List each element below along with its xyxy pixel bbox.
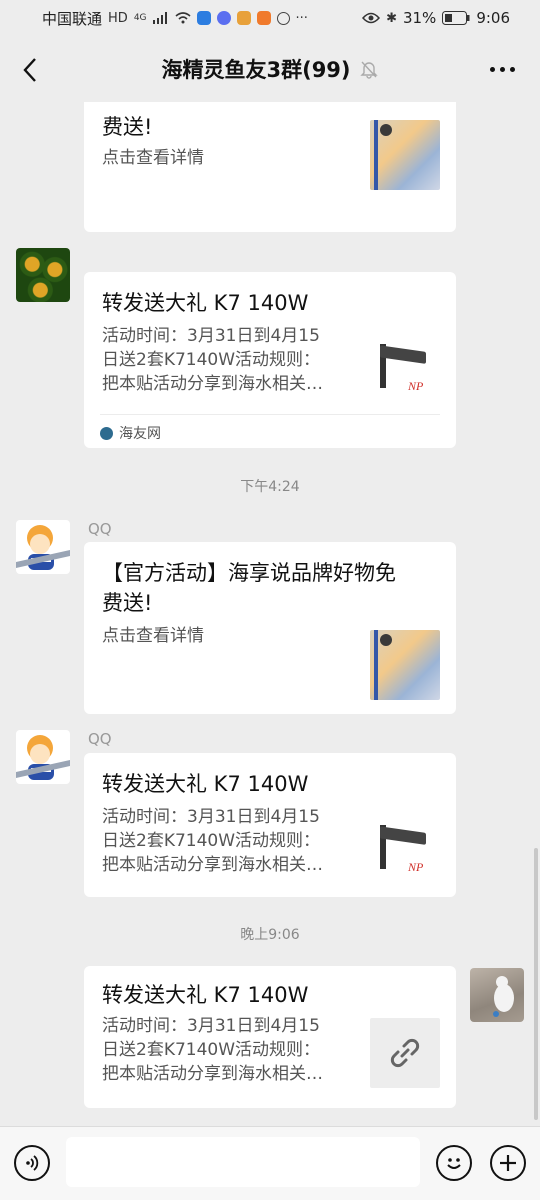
chat-list[interactable]: 费送! 点击查看详情 转发送大礼 K7 140W 活动时间：3月31日到4月15…	[0, 102, 540, 1126]
input-bar	[0, 1126, 540, 1200]
card-thumbnail: NP	[370, 815, 440, 885]
timestamp: 下午4:24	[240, 479, 300, 495]
chat-header: 海精灵鱼友3群(99)	[0, 36, 540, 102]
message-input[interactable]	[66, 1137, 420, 1187]
sender-name: QQ	[88, 730, 112, 748]
chat-title-wrap: 海精灵鱼友3群(99)	[161, 54, 378, 84]
puzzle-app-icon	[236, 11, 251, 25]
source-logo-icon	[100, 426, 113, 440]
avatar-image	[493, 976, 514, 1017]
voice-button[interactable]	[14, 1145, 50, 1181]
card-title: 转发送大礼 K7 140W	[102, 291, 309, 315]
card-description: 点击查看详情	[102, 148, 204, 168]
music-app-icon	[216, 11, 231, 25]
svg-text:NP: NP	[407, 379, 424, 393]
more-dot	[509, 66, 515, 72]
card-thumbnail: NP	[370, 334, 440, 404]
avatar-image	[16, 525, 70, 570]
clock: 9:06	[476, 9, 510, 27]
battery-percent: 31%	[402, 9, 437, 27]
chat-title: 海精灵鱼友3群(99)	[161, 58, 351, 82]
card-title: 费送!	[102, 115, 153, 139]
thumb-detail	[374, 120, 392, 190]
chevron-left-icon	[23, 58, 36, 82]
card-title: 转发送大礼 K7 140W	[102, 772, 309, 796]
card-title: 转发送大礼 K7 140W	[102, 983, 309, 1007]
plus-icon	[500, 1155, 516, 1171]
light-fixture-image: NP	[380, 825, 426, 874]
timestamp: 晚上9:06	[240, 927, 300, 943]
svg-text:NP: NP	[407, 860, 424, 874]
sender-name: QQ	[88, 520, 112, 538]
circle-app-icon	[276, 11, 290, 25]
carrier-label: 中国联通	[42, 9, 103, 28]
card-description: 活动时间：3月31日到4月15 日送2套K7140W活动规则： 把本贴活动分享到…	[102, 326, 323, 394]
bell-off-icon	[359, 61, 378, 79]
card-thumbnail	[370, 1018, 440, 1088]
eye-icon	[362, 12, 381, 24]
emoji-icon	[447, 1158, 461, 1169]
link-icon	[390, 1038, 420, 1068]
message-card[interactable]: 转发送大礼 K7 140W 活动时间：3月31日到4月15 日送2套K7140W…	[84, 753, 456, 897]
avatar[interactable]	[16, 730, 70, 784]
shield-app-icon	[196, 11, 211, 25]
voice-icon	[26, 1155, 39, 1171]
card-thumbnail	[370, 630, 440, 700]
message-card[interactable]: 转发送大礼 K7 140W 活动时间：3月31日到4月15 日送2套K7140W…	[84, 272, 456, 448]
message-card[interactable]: 转发送大礼 K7 140W 活动时间：3月31日到4月15 日送2套K7140W…	[84, 966, 456, 1108]
thumb-detail	[374, 630, 392, 700]
light-fixture-image: NP	[380, 344, 426, 393]
card-thumbnail	[370, 120, 440, 190]
self-avatar[interactable]	[470, 968, 524, 1022]
video-app-icon	[256, 11, 271, 25]
add-button[interactable]	[490, 1145, 526, 1181]
signal-icon	[152, 12, 167, 24]
card-source: 海友网	[100, 414, 440, 443]
avatar-image	[16, 735, 70, 780]
scrollbar[interactable]	[534, 848, 538, 1120]
message-card[interactable]: 费送! 点击查看详情	[84, 102, 456, 232]
wifi-icon	[174, 12, 191, 24]
network-label: 4G	[133, 13, 147, 23]
card-description: 点击查看详情	[102, 626, 204, 646]
more-dot	[499, 66, 505, 72]
avatar[interactable]	[16, 248, 70, 302]
message-card[interactable]: 【官方活动】海享说品牌好物免 费送! 点击查看详情	[84, 542, 456, 714]
card-description: 活动时间：3月31日到4月15 日送2套K7140W活动规则： 把本贴活动分享到…	[102, 807, 323, 875]
more-dots-icon	[489, 66, 495, 72]
emoji-button[interactable]	[436, 1145, 472, 1181]
more-button[interactable]	[486, 56, 518, 82]
back-button[interactable]	[14, 50, 46, 90]
avatar[interactable]	[16, 520, 70, 574]
battery-icon	[442, 11, 470, 25]
status-bar: 中国联通 HD 4G ··· ✱ 31% 9:06	[0, 0, 540, 36]
card-source-name: 海友网	[119, 426, 161, 442]
bluetooth-icon: ✱	[386, 10, 397, 26]
card-title: 【官方活动】海享说品牌好物免 费送!	[102, 561, 396, 615]
hd-icon: HD	[108, 10, 128, 26]
card-description: 活动时间：3月31日到4月15 日送2套K7140W活动规则： 把本贴活动分享到…	[102, 1016, 323, 1084]
more-notifications-icon: ···	[295, 10, 308, 26]
